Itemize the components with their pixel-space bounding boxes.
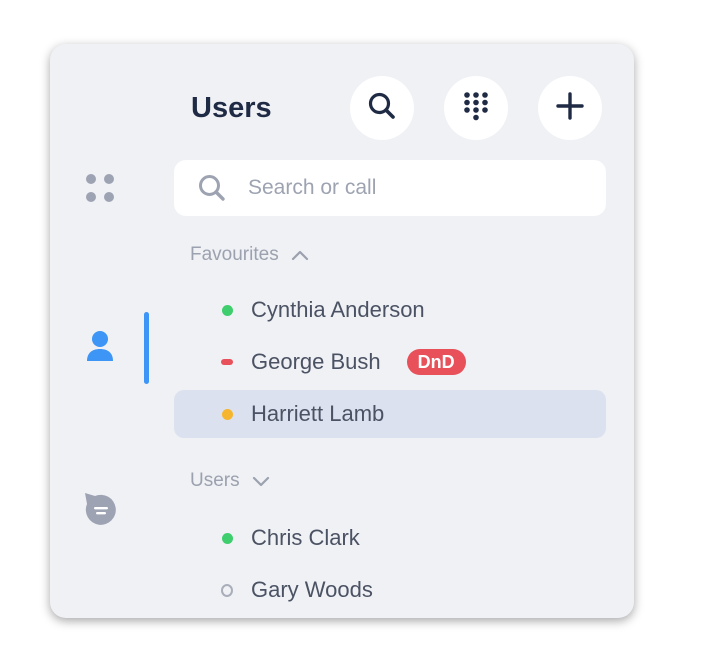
- page-title: Users: [191, 92, 272, 124]
- contact-name: George Bush: [251, 349, 381, 374]
- contact-name: Gary Woods: [251, 577, 373, 602]
- contact-row[interactable]: Gary Woods: [174, 566, 606, 614]
- search-input[interactable]: [246, 175, 580, 201]
- contact-name: Chris Clark: [251, 525, 360, 550]
- apps-grid-icon[interactable]: [80, 168, 120, 208]
- dnd-status-icon: [221, 359, 233, 365]
- contact-name: Harriett Lamb: [251, 401, 385, 426]
- online-status-icon: [221, 532, 233, 544]
- contact-row[interactable]: Cynthia Anderson: [174, 286, 606, 334]
- online-status-icon: [221, 304, 233, 316]
- user-icon[interactable]: [80, 326, 120, 366]
- contact-row[interactable]: Chris Clark: [174, 514, 606, 562]
- away-status-icon: [221, 408, 233, 420]
- chevron-up-icon: [291, 249, 309, 261]
- dialpad-button[interactable]: [444, 76, 508, 140]
- chevron-down-icon: [252, 475, 270, 487]
- search-field[interactable]: [174, 160, 606, 216]
- search-icon: [196, 172, 228, 204]
- active-nav-indicator: [144, 312, 149, 384]
- chat-bubble-icon[interactable]: [80, 488, 120, 528]
- add-contact-button[interactable]: [538, 76, 602, 140]
- contact-row[interactable]: George Bush DnD: [174, 338, 606, 386]
- dnd-badge: DnD: [406, 349, 466, 375]
- favourites-section-header[interactable]: Favourites: [190, 244, 309, 266]
- plus-icon: [556, 91, 584, 125]
- contact-name: Cynthia Anderson: [251, 297, 425, 322]
- dialpad-icon: [463, 91, 489, 126]
- contact-row-selected[interactable]: Harriett Lamb: [174, 390, 606, 438]
- search-button[interactable]: [350, 76, 414, 140]
- users-panel: Users Search or call Favourites Cynthia …: [50, 44, 634, 618]
- section-label: Users: [190, 470, 240, 491]
- section-label: Favourites: [190, 244, 279, 265]
- offline-status-icon: [221, 583, 233, 597]
- search-icon: [367, 91, 397, 126]
- users-section-header[interactable]: Users: [190, 470, 270, 492]
